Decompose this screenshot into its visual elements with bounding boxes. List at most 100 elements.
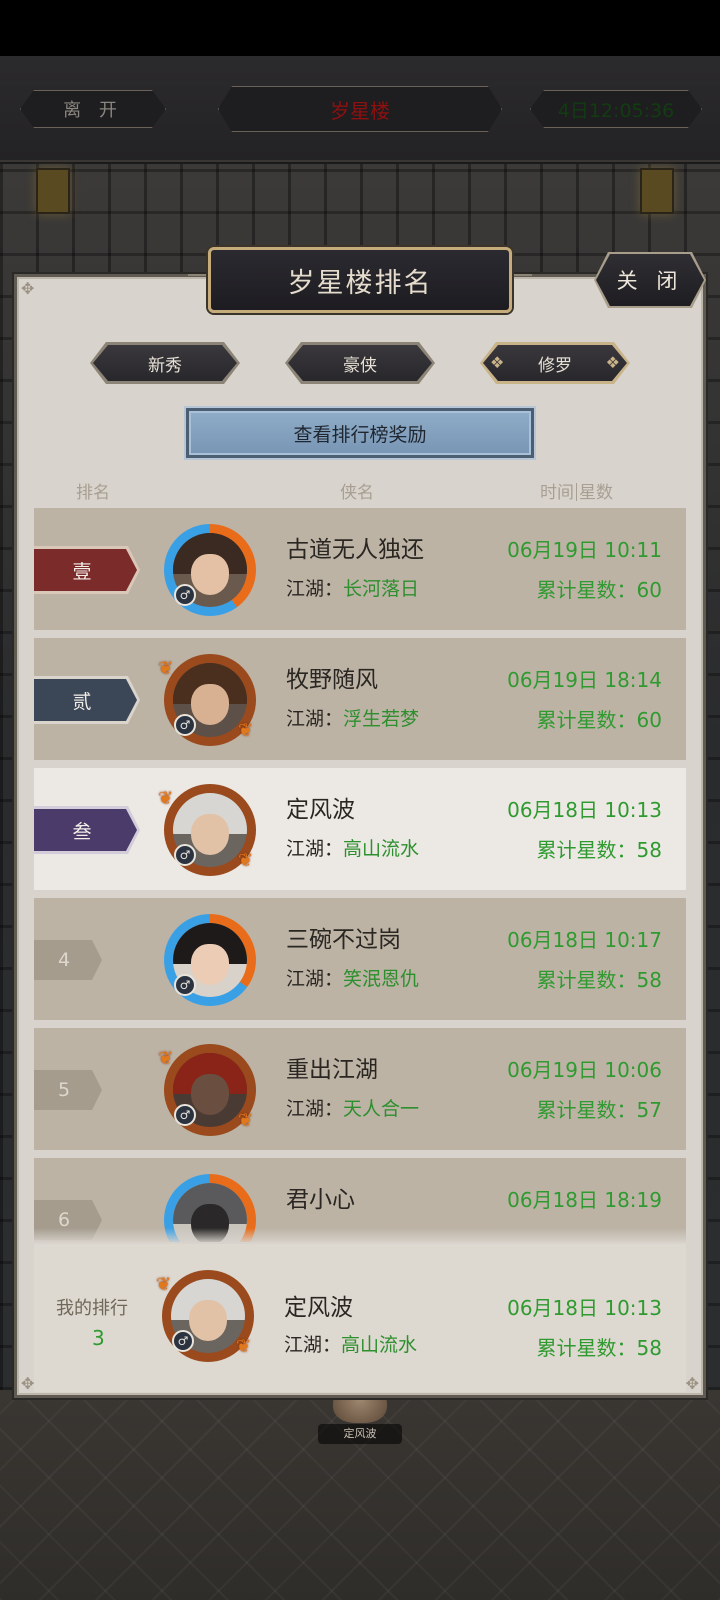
- avatar[interactable]: ❦ ❦ ♂: [158, 784, 256, 876]
- corner-ornament-icon: ✥: [21, 1374, 35, 1393]
- male-gender-icon: ♂: [172, 1330, 194, 1352]
- tab-label: 修罗: [538, 355, 572, 376]
- avatar[interactable]: ♂: [164, 524, 256, 616]
- location-title: 岁星楼: [218, 86, 502, 132]
- my-rank-bar: 我的排行 3 ❦ ❦ ♂ 定风波 江湖：高山流水 06月18日 10:13 累计…: [34, 1244, 686, 1392]
- ranking-row[interactable]: 贰 ❦ ❦ ♂ 牧野随风 江湖：浮生若梦 06月19日 18:14 累计星数：6…: [34, 638, 686, 760]
- total-stars: 累计星数：58: [537, 834, 662, 863]
- lantern-decoration: [36, 168, 70, 214]
- guild-info: 江湖：高山流水: [284, 1330, 417, 1357]
- tab-label: 豪侠: [343, 355, 377, 376]
- ranking-row[interactable]: 壹 ♂ 古道无人独还 江湖：长河落日 06月19日 10:11 累计星数：60: [34, 508, 686, 630]
- avatar[interactable]: ❦ ❦ ♂: [158, 1044, 256, 1136]
- guild-info: 江湖：高山流水: [286, 834, 419, 861]
- tab-asura[interactable]: ❖ 修罗 ❖: [480, 342, 630, 384]
- guild-info: 江湖：笑泯恩仇: [286, 964, 419, 991]
- male-gender-icon: ♂: [174, 974, 196, 996]
- guild-name: 天人合一: [343, 1098, 420, 1120]
- rank-value: 叁: [72, 820, 92, 843]
- ranking-row[interactable]: 4 ♂ 三碗不过岗 江湖：笑泯恩仇 06月18日 10:17 累计星数：58: [34, 898, 686, 1020]
- column-header-time: 时间: [540, 483, 574, 503]
- rank-badge: 壹: [34, 546, 140, 594]
- view-rewards-button[interactable]: 查看排行榜奖励: [186, 408, 534, 458]
- guild-name: 高山流水: [343, 838, 420, 860]
- record-time: 06月18日 18:19: [507, 1188, 662, 1212]
- tab-newcomer[interactable]: 新秀: [90, 342, 240, 384]
- rank-badge: 叁: [34, 806, 140, 854]
- stars-value: 60: [636, 708, 662, 732]
- column-header-time-stars: 时间 星数: [540, 478, 613, 503]
- rank-value: 4: [57, 949, 71, 971]
- close-button[interactable]: 关 闭: [596, 254, 704, 306]
- rank-value: 贰: [72, 690, 92, 713]
- guild-info: 江湖：浮生若梦: [286, 704, 419, 731]
- player-name: 牧野随风: [286, 667, 378, 693]
- status-bar: [0, 0, 720, 56]
- guild-prefix: 江湖：: [286, 578, 344, 600]
- stars-value: 58: [636, 838, 662, 862]
- lantern-decoration: [640, 168, 674, 214]
- player-name: 定风波: [284, 1295, 353, 1321]
- rank-badge: 4: [34, 940, 102, 980]
- guild-info: 江湖：长河落日: [286, 574, 419, 601]
- guild-prefix: 江湖：: [286, 838, 344, 860]
- tab-hero[interactable]: 豪侠: [285, 342, 435, 384]
- rank-value: 壹: [72, 560, 92, 583]
- player-name: 定风波: [286, 797, 355, 823]
- stars-value: 58: [636, 1336, 662, 1360]
- title-wing-ornament: [188, 274, 206, 288]
- list-fade: [34, 1228, 686, 1244]
- panel-title: 岁星楼排名: [208, 247, 512, 313]
- stars-prefix: 累计星数：: [536, 578, 637, 602]
- total-stars: 累计星数：60: [537, 574, 662, 603]
- record-time: 06月18日 10:13: [507, 1296, 662, 1320]
- rank-value: 5: [57, 1079, 71, 1101]
- guild-name: 浮生若梦: [343, 708, 420, 730]
- male-gender-icon: ♂: [174, 714, 196, 736]
- corner-ornament-icon: ✥: [21, 279, 35, 298]
- rank-badge: 5: [34, 1070, 102, 1110]
- record-time: 06月18日 10:13: [507, 798, 662, 822]
- column-header-rank: 排名: [76, 483, 110, 503]
- guild-name: 长河落日: [343, 578, 420, 600]
- male-gender-icon: ♂: [174, 1104, 196, 1126]
- total-stars: 累计星数：58: [537, 1332, 662, 1361]
- countdown-timer: 4日12:05:36: [530, 90, 702, 128]
- guild-prefix: 江湖：: [286, 1098, 344, 1120]
- guild-name: 高山流水: [341, 1334, 418, 1356]
- ranking-list[interactable]: 壹 ♂ 古道无人独还 江湖：长河落日 06月19日 10:11 累计星数：60 …: [34, 508, 686, 1242]
- record-time: 06月19日 18:14: [507, 668, 662, 692]
- player-name: 古道无人独还: [286, 537, 424, 563]
- total-stars: 累计星数：57: [537, 1094, 662, 1123]
- title-wing-ornament: [514, 274, 532, 288]
- stars-value: 58: [636, 968, 662, 992]
- ranking-row-self[interactable]: 叁 ❦ ❦ ♂ 定风波 江湖：高山流水 06月18日 10:13 累计星数：58: [34, 768, 686, 890]
- guild-prefix: 江湖：: [286, 708, 344, 730]
- tab-label: 新秀: [148, 355, 182, 376]
- ranking-row[interactable]: 5 ❦ ❦ ♂ 重出江湖 江湖：天人合一 06月19日 10:06 累计星数：5…: [34, 1028, 686, 1150]
- guild-prefix: 江湖：: [286, 968, 344, 990]
- guild-name: 笑泯恩仇: [343, 968, 420, 990]
- total-stars: 累计星数：60: [537, 704, 662, 733]
- guild-prefix: 江湖：: [284, 1334, 342, 1356]
- player-name: 重出江湖: [286, 1057, 378, 1083]
- column-divider: [576, 483, 577, 501]
- tab-ornament-icon: ❖: [605, 353, 620, 372]
- corner-ornament-icon: ✥: [685, 1374, 699, 1393]
- stars-prefix: 累计星数：: [536, 1098, 637, 1122]
- avatar[interactable]: ❦ ❦ ♂: [158, 654, 256, 746]
- column-header-name: 侠名: [340, 483, 374, 503]
- tab-ornament-icon: ❖: [490, 353, 505, 372]
- player-name: 君小心: [286, 1187, 355, 1213]
- record-time: 06月19日 10:06: [507, 1058, 662, 1082]
- avatar[interactable]: ♂: [164, 914, 256, 1006]
- record-time: 06月18日 10:17: [507, 928, 662, 952]
- stars-prefix: 累计星数：: [536, 968, 637, 992]
- male-gender-icon: ♂: [174, 584, 196, 606]
- stars-value: 60: [636, 578, 662, 602]
- avatar[interactable]: ❦ ❦ ♂: [156, 1270, 254, 1362]
- player-character-tag: 定风波: [318, 1424, 402, 1444]
- stars-prefix: 累计星数：: [536, 1336, 637, 1360]
- leave-button[interactable]: 离 开: [20, 90, 166, 128]
- player-name: 三碗不过岗: [286, 927, 401, 953]
